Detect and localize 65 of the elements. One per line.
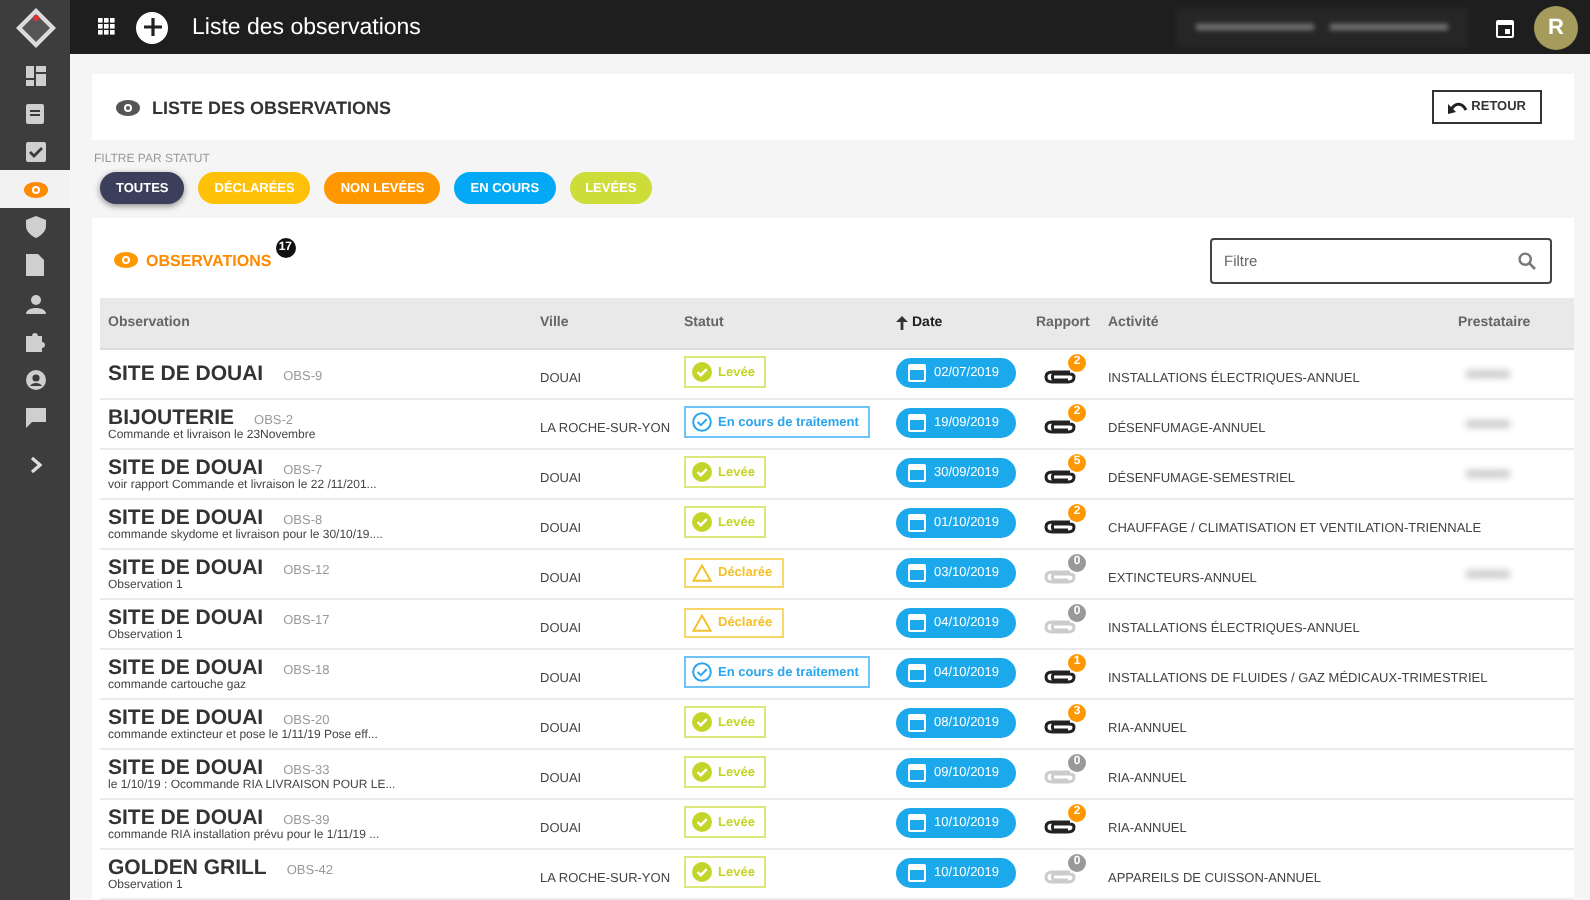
check-circle-icon [692,712,712,732]
warning-icon [692,564,712,582]
document-icon [26,254,44,276]
search-icon [1518,251,1536,269]
site-name: SITE DE DOUAI [108,456,264,480]
clipboard-icon [26,102,44,124]
paperclip-icon[interactable] [1044,417,1076,433]
calendar-icon [1496,17,1514,37]
eye-icon [114,252,138,268]
check-circle-icon [692,662,712,682]
calendar-icon [908,764,926,782]
observations-title: OBSERVATIONS [146,251,272,269]
account-icon [25,369,45,389]
site-name: SITE DE DOUAI [108,806,264,830]
dashboard-icon [25,65,45,85]
apps-grid-button[interactable] [94,14,120,40]
calendar-icon [908,364,926,382]
shield-icon [25,216,45,238]
calendar-icon [908,464,926,482]
add-button[interactable] [136,11,168,43]
check-circle-icon [692,462,712,482]
calendar-icon [908,614,926,632]
site-name: SITE DE DOUAI [108,606,264,630]
site-name: SITE DE DOUAI [108,362,264,386]
paperclip-icon[interactable] [1044,717,1076,733]
paperclip-icon[interactable] [1044,667,1076,683]
site-name: SITE DE DOUAI [108,756,264,780]
calendar-icon [908,664,926,682]
warning-icon [692,614,712,632]
site-name: BIJOUTERIE [108,406,235,430]
chevron-right-icon [29,456,41,474]
calendar-icon [908,514,926,532]
check-circle-icon [692,412,712,432]
site-name: SITE DE DOUAI [108,556,264,580]
puzzle-icon [25,331,45,351]
page-title: Liste des observations [192,15,423,39]
grid-icon [98,18,116,36]
site-name: SITE DE DOUAI [108,506,264,530]
check-circle-icon [692,812,712,832]
site-name: SITE DE DOUAI [108,656,264,680]
check-circle-icon [692,862,712,882]
sort-up-icon [896,316,908,330]
checklist-icon [25,141,45,161]
check-circle-icon [692,762,712,782]
calendar-icon [908,864,926,882]
check-circle-icon [692,362,712,382]
section-title: LISTE DES OBSERVATIONS [152,97,394,117]
plus-icon [143,18,161,36]
calendar-icon [908,814,926,832]
site-name: GOLDEN GRILL [108,856,267,880]
calendar-icon [908,414,926,432]
paperclip-icon[interactable] [1044,817,1076,833]
user-avatar[interactable]: R [1534,5,1578,49]
undo-icon [1447,101,1468,113]
paperclip-icon[interactable] [1044,467,1076,483]
person-icon [25,293,45,313]
site-name: SITE DE DOUAI [108,706,264,730]
calendar-icon [908,564,926,582]
chat-icon [25,407,45,427]
eye-icon [116,99,140,115]
calendar-icon [908,714,926,732]
paperclip-icon[interactable] [1044,367,1076,383]
check-circle-icon [692,512,712,532]
paperclip-icon[interactable] [1044,517,1076,533]
eye-icon [23,181,47,197]
